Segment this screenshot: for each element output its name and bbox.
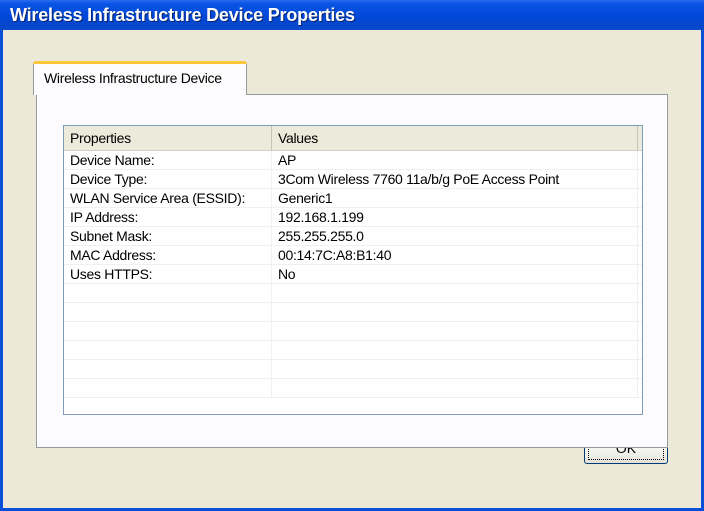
table-row[interactable]: [64, 322, 642, 341]
properties-list-view[interactable]: Properties Values Device Name: AP Device T…: [63, 125, 643, 415]
property-name-cell: Subnet Mask:: [64, 227, 272, 246]
property-name-cell: [64, 379, 272, 398]
property-name-cell: [64, 341, 272, 360]
dialog-window: Wireless Infrastructure Device Propertie…: [0, 0, 704, 511]
table-row[interactable]: Device Name: AP: [64, 151, 642, 170]
property-name-cell: [64, 303, 272, 322]
dialog-client-area: Wireless Infrastructure Device Propertie…: [3, 30, 701, 508]
table-row[interactable]: Uses HTTPS: No: [64, 265, 642, 284]
property-value-cell: [272, 284, 638, 303]
property-name-cell: Device Type:: [64, 170, 272, 189]
property-value-cell: [272, 360, 638, 379]
property-name-cell: IP Address:: [64, 208, 272, 227]
property-value-cell: 3Com Wireless 7760 11a/b/g PoE Access Po…: [272, 170, 638, 189]
property-value-cell: [272, 303, 638, 322]
property-value-cell: No: [272, 265, 638, 284]
property-value-cell: 255.255.255.0: [272, 227, 638, 246]
property-value-cell: 00:14:7C:A8:B1:40: [272, 246, 638, 265]
property-name-cell: WLAN Service Area (ESSID):: [64, 189, 272, 208]
property-value-cell: [272, 379, 638, 398]
column-header-values[interactable]: Values: [272, 126, 638, 150]
property-name-cell: Device Name:: [64, 151, 272, 170]
column-header-filler: [638, 126, 642, 150]
table-row[interactable]: MAC Address: 00:14:7C:A8:B1:40: [64, 246, 642, 265]
window-title: Wireless Infrastructure Device Propertie…: [10, 5, 355, 25]
table-row[interactable]: [64, 303, 642, 322]
property-value-cell: Generic1: [272, 189, 638, 208]
property-value-cell: 192.168.1.199: [272, 208, 638, 227]
property-name-cell: Uses HTTPS:: [64, 265, 272, 284]
tab-wireless-infrastructure-device[interactable]: Wireless Infrastructure Device: [33, 61, 247, 95]
column-header-properties[interactable]: Properties: [64, 126, 272, 150]
list-body: Device Name: AP Device Type: 3Com Wireless …: [64, 151, 642, 398]
table-row[interactable]: [64, 360, 642, 379]
table-row[interactable]: IP Address: 192.168.1.199: [64, 208, 642, 227]
tab-label: Wireless Infrastructure Device: [44, 70, 222, 86]
property-name-cell: MAC Address:: [64, 246, 272, 265]
property-value-cell: [272, 322, 638, 341]
table-row[interactable]: Device Type: 3Com Wireless 7760 11a/b/g P…: [64, 170, 642, 189]
table-row[interactable]: Subnet Mask: 255.255.255.0: [64, 227, 642, 246]
table-row[interactable]: [64, 341, 642, 360]
property-value-cell: AP: [272, 151, 638, 170]
table-row[interactable]: [64, 379, 642, 398]
property-value-cell: [272, 341, 638, 360]
list-header: Properties Values: [64, 126, 642, 151]
property-name-cell: [64, 322, 272, 341]
table-row[interactable]: [64, 284, 642, 303]
property-name-cell: [64, 284, 272, 303]
property-name-cell: [64, 360, 272, 379]
tab-panel: Properties Values Device Name: AP Device T…: [36, 94, 668, 448]
table-row[interactable]: WLAN Service Area (ESSID): Generic1: [64, 189, 642, 208]
title-bar[interactable]: Wireless Infrastructure Device Propertie…: [0, 0, 704, 30]
